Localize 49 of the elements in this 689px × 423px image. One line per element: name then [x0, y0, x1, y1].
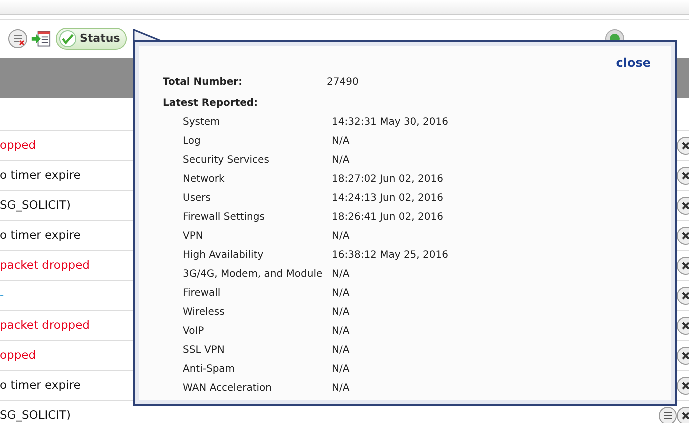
module-name: 3G/4G, Modem, and Module: [182, 268, 324, 282]
clear-filter-icon[interactable]: [8, 29, 28, 49]
reported-time: N/A: [332, 154, 350, 168]
module-name: Log: [182, 134, 202, 149]
reported-time: N/A: [332, 286, 350, 301]
module-name: System: [182, 116, 222, 130]
reported-time: N/A: [332, 230, 350, 244]
row-text: packet dropped: [0, 316, 90, 334]
row-text: o timer expire: [0, 376, 81, 394]
reported-time: 14:24:13 Jun 02, 2016: [332, 192, 444, 206]
reported-time: 16:38:12 May 25, 2016: [332, 248, 448, 263]
latest-label: Latest Reported:: [163, 98, 258, 109]
module-name: High Availability: [182, 248, 265, 263]
module-name: Users: [182, 192, 212, 206]
module-name: Firewall Settings: [182, 210, 266, 225]
reported-time: 18:26:41 Jun 02, 2016: [332, 210, 444, 225]
module-name: VoIP: [182, 324, 206, 339]
module-name: Wireless: [182, 306, 226, 320]
module-name: Anti-Spam: [182, 362, 236, 377]
row-text: opped: [0, 346, 36, 364]
row-text: o timer expire: [0, 166, 81, 184]
row-text: SG_SOLICIT): [0, 406, 72, 423]
module-name: WAN Acceleration: [182, 382, 273, 396]
reported-time: N/A: [332, 344, 350, 358]
row-text: -: [0, 286, 4, 304]
module-name: SSL VPN: [182, 344, 226, 358]
reported-time: 18:27:02 Jun 02, 2016: [332, 172, 444, 187]
reported-time: N/A: [332, 324, 350, 339]
check-icon: [59, 30, 78, 48]
export-icon[interactable]: [30, 29, 51, 49]
reported-time: N/A: [332, 382, 350, 396]
reported-time: N/A: [332, 362, 350, 377]
reported-time: 14:32:31 May 30, 2016: [332, 116, 448, 130]
row-text: SG_SOLICIT): [0, 196, 72, 214]
row-text: packet dropped: [0, 256, 90, 274]
total-label: Total Number:: [163, 76, 244, 90]
reported-time: N/A: [332, 134, 350, 149]
module-name: Firewall: [182, 286, 222, 301]
module-name: Security Services: [182, 154, 270, 168]
module-name: VPN: [182, 230, 204, 244]
row-text: o timer expire: [0, 226, 81, 244]
row-actions-drawing[interactable]: [659, 406, 689, 423]
reported-time: N/A: [332, 268, 350, 282]
status-button[interactable]: Status: [56, 28, 128, 50]
reported-time: N/A: [332, 306, 350, 320]
row-text: opped: [0, 136, 36, 154]
total-value: 27490: [327, 76, 359, 90]
close-link[interactable]: close: [616, 54, 651, 72]
module-name: Network: [182, 172, 226, 187]
